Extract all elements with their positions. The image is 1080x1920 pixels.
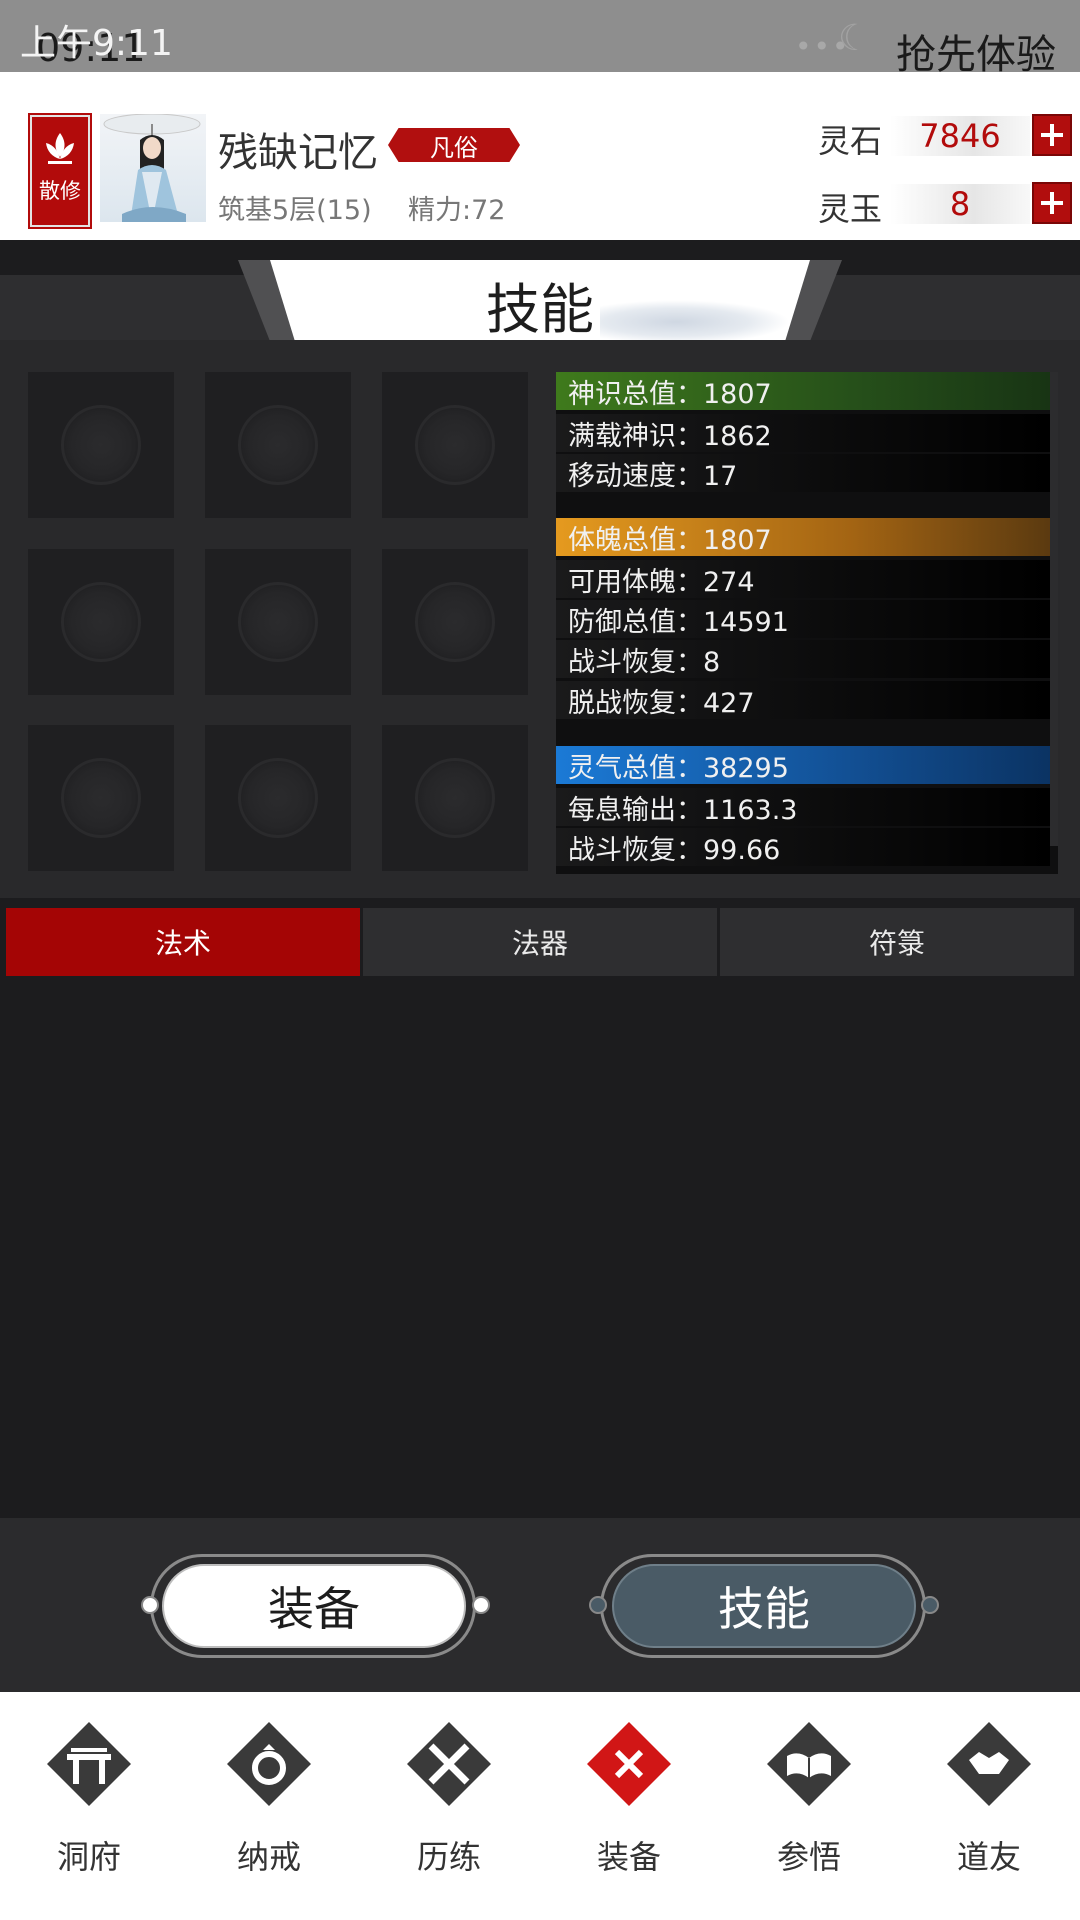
spirit-stone-row: 灵石 7846 xyxy=(818,114,1072,160)
sect-badge[interactable]: 散修 xyxy=(30,115,90,227)
game-screen: 09:11 上午9:11 ••• ☾ 抢先体验 散修 残缺记忆 凡俗 筑基5层(… xyxy=(0,0,1080,1920)
open-book-icon xyxy=(767,1722,851,1806)
spirit-jade-row: 灵玉 8 xyxy=(818,182,1072,228)
moon-icon: ☾ xyxy=(838,18,871,59)
close-x-icon xyxy=(587,1722,671,1806)
skill-slot[interactable] xyxy=(382,725,528,871)
status-clock-overlay: 上午9:11 xyxy=(20,23,173,64)
skill-slot[interactable] xyxy=(382,372,528,518)
stats-scrollbar[interactable] xyxy=(1050,372,1058,846)
empty-slot-emblem-icon xyxy=(238,582,318,662)
spirit-jade-label: 灵玉 xyxy=(818,190,883,228)
lotus-icon xyxy=(46,133,74,164)
empty-slot-emblem-icon xyxy=(61,405,141,485)
empty-slot-emblem-icon xyxy=(415,758,495,838)
nav-item-training[interactable]: 历练 xyxy=(374,1692,524,1920)
stat-row: 可用体魄：274 xyxy=(556,560,1050,598)
rank-badge: 凡俗 xyxy=(388,128,520,162)
spirit-jade-value: 8 xyxy=(890,184,1030,224)
equip-knob-right xyxy=(472,1596,490,1614)
skill-slot[interactable] xyxy=(382,549,528,695)
page-title: 技能 xyxy=(486,277,594,341)
stat-row: 每息输出：1163.3 xyxy=(556,788,1050,826)
skill-knob-left xyxy=(589,1596,607,1614)
skill-tabs: 法术 法器 符箓 xyxy=(0,908,1080,976)
nav-label: 装备 xyxy=(596,1838,661,1876)
spirit-stone-label: 灵石 xyxy=(818,122,883,160)
energy-value: 精力:72 xyxy=(408,195,506,226)
skill-knob-right xyxy=(921,1596,939,1614)
nav-label: 参悟 xyxy=(776,1838,841,1876)
avatar-portrait xyxy=(103,114,201,222)
add-spirit-stone-button[interactable] xyxy=(1032,114,1072,156)
stat-row: 满载神识：1862 xyxy=(556,414,1050,452)
player-header: 散修 残缺记忆 凡俗 筑基5层(15) 精力:72 灵石 7846 灵玉 8 xyxy=(0,72,1080,240)
nav-item-comprehend[interactable]: 参悟 xyxy=(734,1692,884,1920)
tab-spells[interactable]: 法术 xyxy=(6,908,360,976)
skill-mode-button[interactable]: 技能 xyxy=(612,1564,916,1648)
stat-row: 战斗恢复：99.66 xyxy=(556,828,1050,866)
nav-label: 洞府 xyxy=(56,1838,121,1876)
skill-slot[interactable] xyxy=(205,372,351,518)
skill-slot[interactable] xyxy=(28,372,174,518)
cultivation-level: 筑基5层(15) xyxy=(218,195,372,226)
stat-row: 防御总值：14591 xyxy=(556,600,1050,638)
stat-row: 移动速度：17 xyxy=(556,454,1050,492)
nav-item-cave[interactable]: 洞府 xyxy=(14,1692,164,1920)
nav-item-friends[interactable]: 道友 xyxy=(914,1692,1064,1920)
empty-slot-emblem-icon xyxy=(415,582,495,662)
handshake-icon xyxy=(947,1722,1031,1806)
empty-slot-emblem-icon xyxy=(238,758,318,838)
stats-list: 神识总值：1807 满载神识：1862 移动速度：17 体魄总值：1807 可用… xyxy=(556,372,1058,874)
tab-talismans[interactable]: 符箓 xyxy=(720,908,1074,976)
tab-artifacts[interactable]: 法器 xyxy=(363,908,717,976)
stat-row: 战斗恢复：8 xyxy=(556,640,1050,678)
skill-slot[interactable] xyxy=(205,549,351,695)
physique-total: 体魄总值：1807 xyxy=(556,518,1050,556)
skill-slot[interactable] xyxy=(205,725,351,871)
nav-item-equipment[interactable]: 装备 xyxy=(554,1692,704,1920)
add-spirit-jade-button[interactable] xyxy=(1032,182,1072,224)
avatar[interactable] xyxy=(100,114,206,222)
nav-item-ring[interactable]: 纳戒 xyxy=(194,1692,344,1920)
crossed-swords-icon xyxy=(407,1722,491,1806)
equip-knob-left xyxy=(141,1596,159,1614)
stat-row: 脱战恢复：427 xyxy=(556,681,1050,719)
nav-label: 历练 xyxy=(416,1838,481,1876)
equip-mode-button[interactable]: 装备 xyxy=(162,1564,466,1648)
ring-icon xyxy=(227,1722,311,1806)
empty-slot-emblem-icon xyxy=(61,582,141,662)
cave-gate-icon xyxy=(47,1722,131,1806)
spirit-stone-value: 7846 xyxy=(890,116,1030,156)
skill-list-area xyxy=(0,976,1080,1518)
sect-badge-label: 散修 xyxy=(39,179,81,203)
skill-slot[interactable] xyxy=(28,725,174,871)
empty-slot-emblem-icon xyxy=(415,405,495,485)
nav-label: 纳戒 xyxy=(236,1838,301,1876)
title-banner: 技能 xyxy=(270,260,810,348)
empty-slot-emblem-icon xyxy=(238,405,318,485)
nav-label: 道友 xyxy=(956,1838,1021,1876)
player-name: 残缺记忆 xyxy=(218,130,378,176)
empty-slot-emblem-icon xyxy=(61,758,141,838)
cloud-ornament xyxy=(600,300,790,344)
bottom-nav: 洞府 纳戒 历练 装备 参悟 道友 xyxy=(0,1692,1080,1920)
spirit-qi-total: 灵气总值：38295 xyxy=(556,746,1050,784)
status-bar: 09:11 上午9:11 ••• ☾ 抢先体验 xyxy=(0,0,1080,78)
divine-sense-total: 神识总值：1807 xyxy=(556,372,1050,410)
skill-slot[interactable] xyxy=(28,549,174,695)
